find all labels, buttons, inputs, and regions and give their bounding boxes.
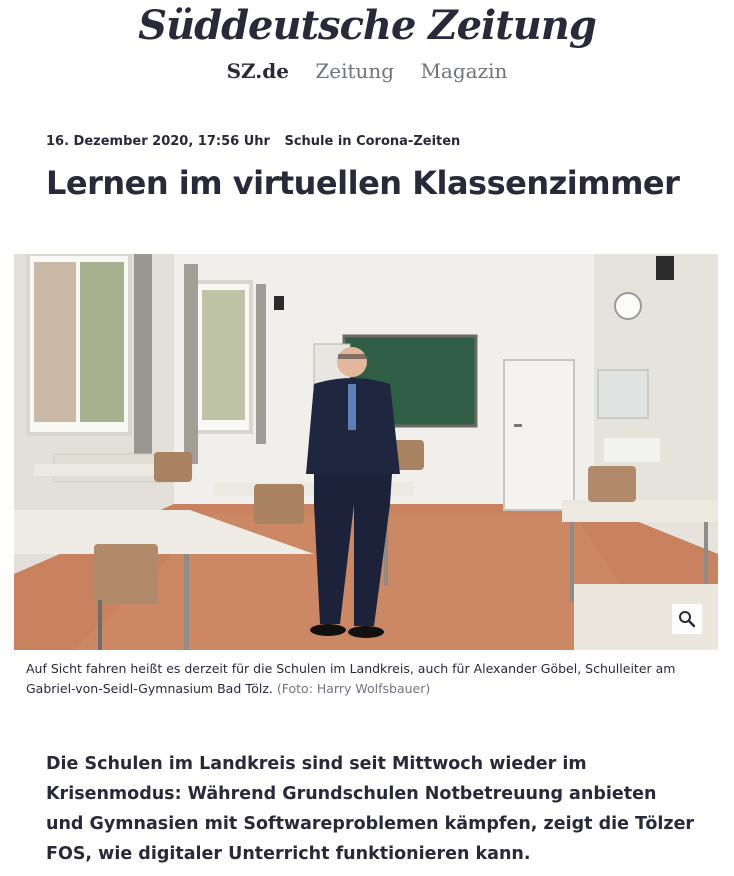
article-title: Lernen im virtuellen Klassenzimmer <box>46 164 680 202</box>
nav-magazin[interactable]: Magazin <box>420 59 507 83</box>
masthead: Süddeutsche Zeitung SZ.de Zeitung Magazi… <box>0 0 734 100</box>
image-caption: Auf Sicht fahren heißt es derzeit für di… <box>26 659 716 699</box>
article-lead: Die Schulen im Landkreis sind seit Mittw… <box>46 754 695 864</box>
site-logo[interactable]: Süddeutsche Zeitung <box>0 2 734 49</box>
article-date: 16. Dezember 2020, 17:56 Uhr <box>46 134 270 149</box>
nav-sz-de[interactable]: SZ.de <box>227 59 289 83</box>
hero-image[interactable] <box>14 254 718 650</box>
zoom-button[interactable] <box>672 604 702 634</box>
classroom-photo <box>14 254 718 650</box>
photo-credit: (Foto: Harry Wolfsbauer) <box>276 681 431 696</box>
main-nav: SZ.de Zeitung Magazin <box>0 59 734 83</box>
magnifier-icon <box>679 611 696 628</box>
nav-zeitung[interactable]: Zeitung <box>315 59 394 83</box>
article-meta: 16. Dezember 2020, 17:56 Uhr Schule in C… <box>46 134 460 149</box>
article-topic[interactable]: Schule in Corona-Zeiten <box>284 134 460 149</box>
